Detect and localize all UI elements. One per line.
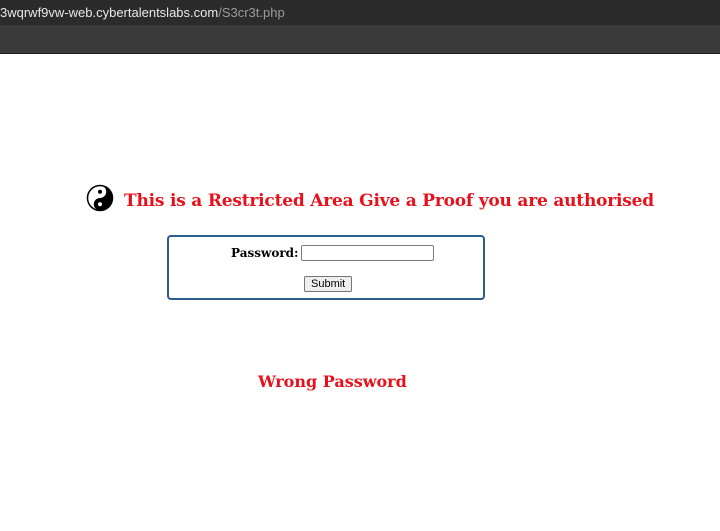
url-path: /S3cr3t.php [218, 5, 285, 20]
password-label: Password: [231, 246, 299, 260]
browser-toolbar [0, 26, 720, 54]
address-bar[interactable]: 3wqrwf9vw-web.cybertalentslabs.com/S3cr3… [0, 0, 720, 26]
yin-yang-icon [86, 184, 114, 212]
submit-button[interactable]: Submit [304, 276, 353, 292]
restricted-heading: This is a Restricted Area Give a Proof y… [86, 180, 654, 216]
url-host: 3wqrwf9vw-web.cybertalentslabs.com [0, 5, 219, 20]
error-message: Wrong Password [258, 372, 407, 391]
password-row: Password: [231, 245, 435, 261]
login-form: Password: Submit [167, 235, 485, 300]
password-input[interactable] [301, 245, 435, 261]
heading-text: This is a Restricted Area Give a Proof y… [124, 191, 654, 211]
